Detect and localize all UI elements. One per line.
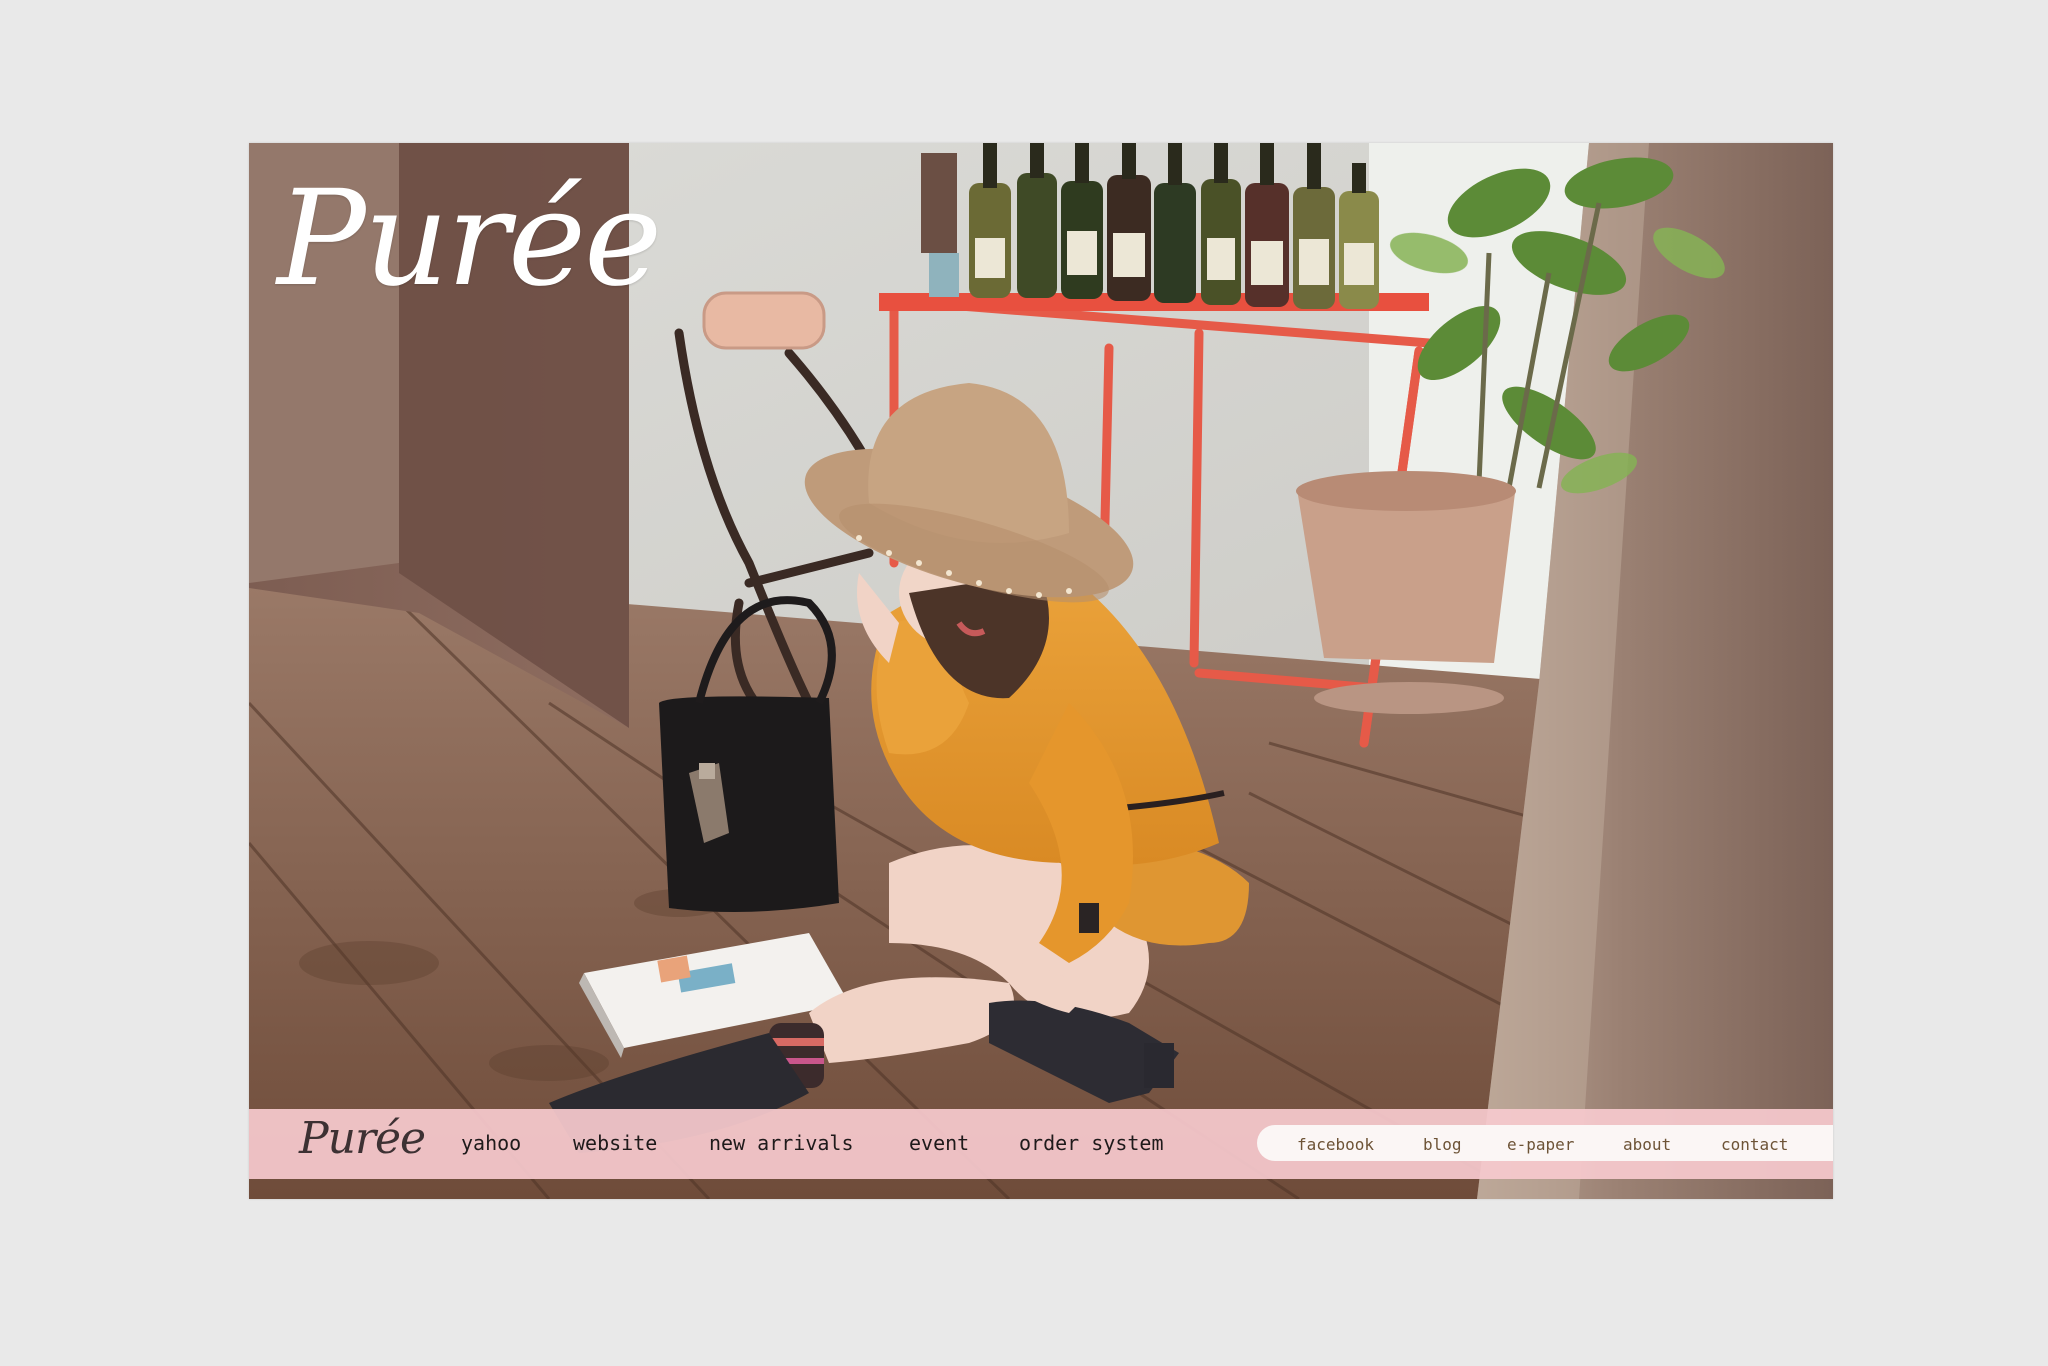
bottom-nav-bar: Purée yahoo website new arrivals event o… [249, 1109, 1833, 1179]
nav-link-contact[interactable]: contact [1721, 1135, 1788, 1154]
nav-link-new-arrivals[interactable]: new arrivals [709, 1131, 854, 1155]
nav-link-e-paper[interactable]: e-paper [1507, 1135, 1574, 1154]
nav-link-event[interactable]: event [909, 1131, 969, 1155]
nav-link-facebook[interactable]: facebook [1297, 1135, 1374, 1154]
nav-link-about[interactable]: about [1623, 1135, 1671, 1154]
nav-link-website[interactable]: website [573, 1131, 657, 1155]
website-mockup: Purée Purée yahoo website new arrivals e… [249, 143, 1833, 1199]
site-logo[interactable]: Purée [277, 173, 662, 305]
nav-link-yahoo[interactable]: yahoo [461, 1131, 521, 1155]
secondary-nav: facebook blog e-paper about contact [1257, 1125, 1833, 1161]
nav-link-blog[interactable]: blog [1423, 1135, 1462, 1154]
nav-logo[interactable]: Purée [299, 1117, 426, 1161]
nav-link-order-system[interactable]: order system [1019, 1131, 1164, 1155]
